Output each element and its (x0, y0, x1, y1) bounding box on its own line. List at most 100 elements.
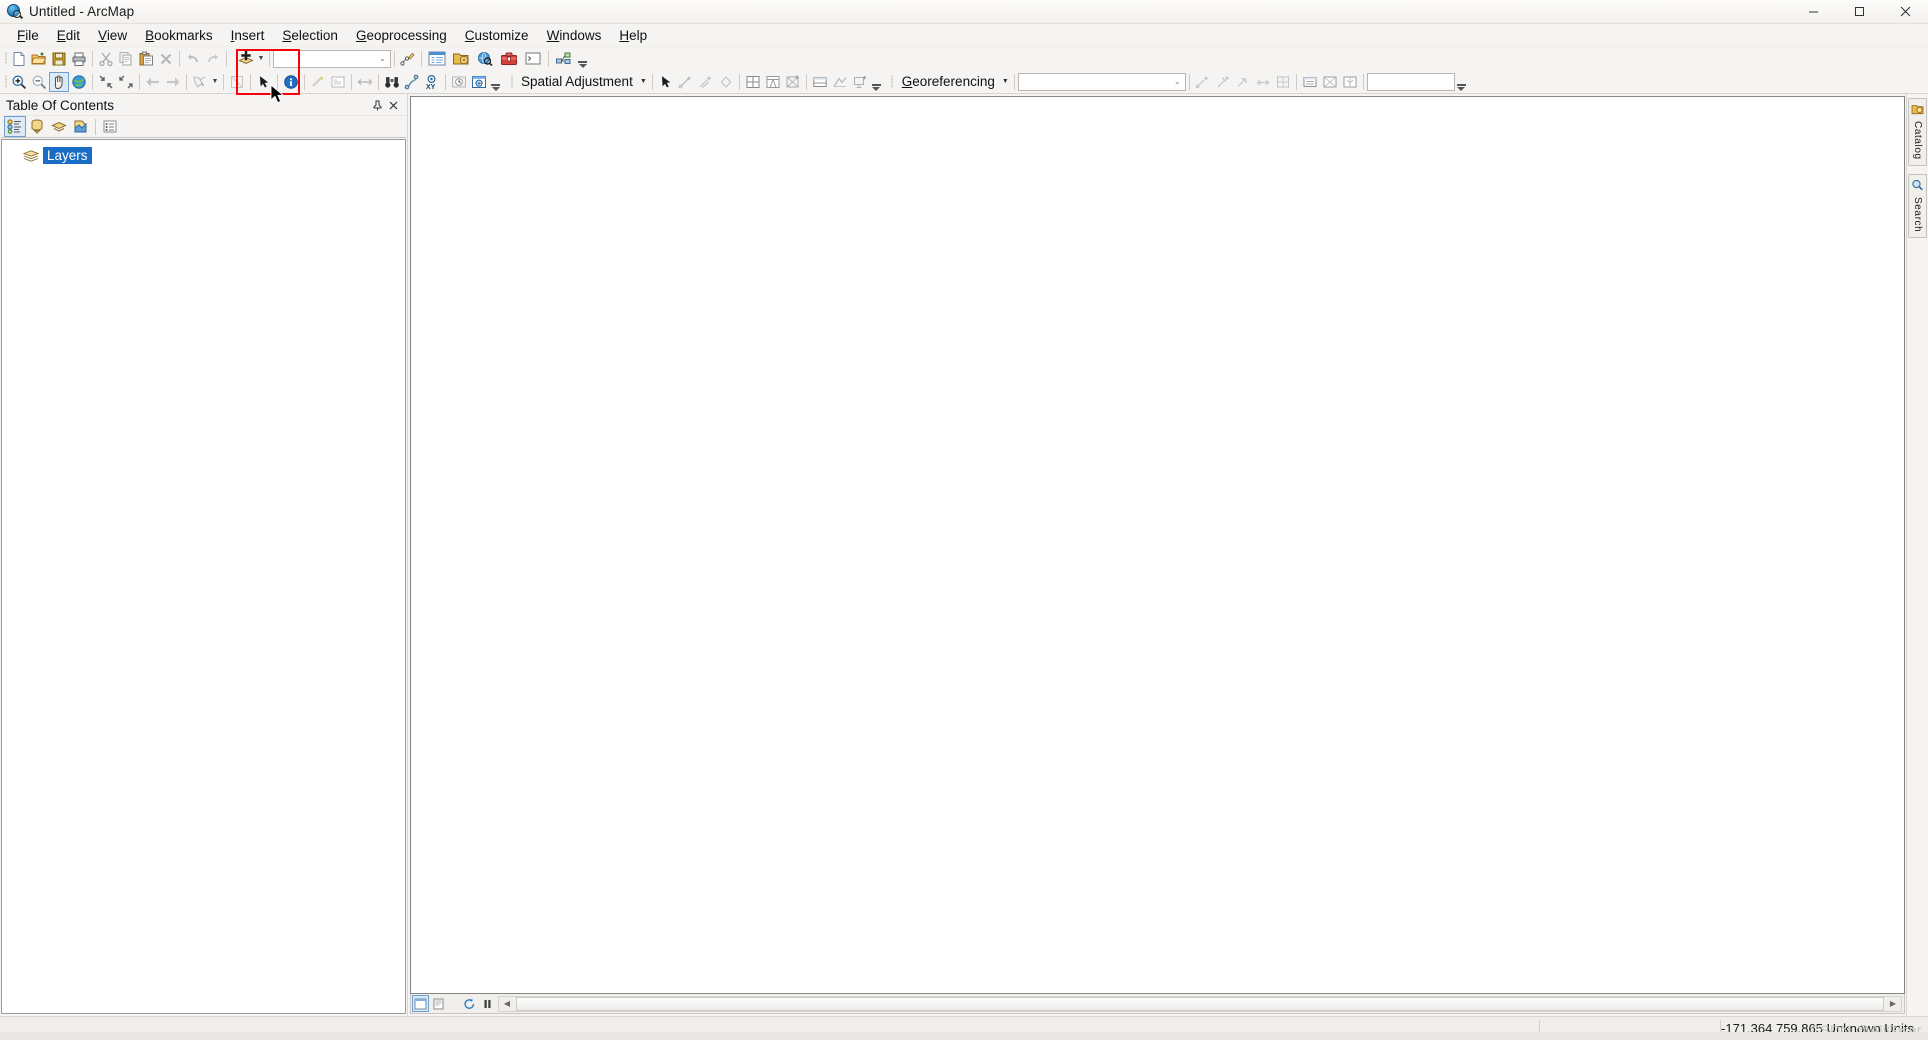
refresh-view-icon[interactable] (461, 995, 478, 1012)
scale-icon[interactable] (1273, 72, 1293, 92)
list-by-source-icon[interactable] (26, 116, 48, 137)
tools-toolbar-overflow-icon[interactable] (489, 72, 502, 92)
catalog-icon[interactable] (449, 49, 473, 69)
menu-customize[interactable]: Customize (456, 26, 538, 45)
georeferencing-overflow-icon[interactable] (1455, 72, 1468, 92)
fixed-zoom-in-icon[interactable] (96, 72, 116, 92)
toolbar-gripper[interactable] (2, 49, 9, 68)
rotation-angle-input[interactable] (1366, 72, 1455, 91)
map-canvas[interactable] (410, 96, 1905, 994)
add-data-icon[interactable] (236, 49, 256, 69)
editor-toolbar-icon[interactable] (398, 49, 418, 69)
edge-snap-icon[interactable] (830, 72, 850, 92)
close-icon[interactable] (385, 97, 401, 113)
identify-icon[interactable] (281, 72, 301, 92)
select-features-dropdown-icon[interactable]: ▼ (210, 72, 220, 92)
georeferencing-gripper[interactable] (889, 72, 896, 91)
add-control-points-icon[interactable] (1193, 72, 1213, 92)
toc-tree[interactable]: Layers (1, 139, 406, 1014)
zoom-to-layer-icon[interactable] (1300, 72, 1320, 92)
zoom-out-icon[interactable] (29, 72, 49, 92)
measure-icon[interactable] (355, 72, 375, 92)
spatial-adjustment-gripper[interactable] (508, 72, 515, 91)
forward-extent-icon[interactable] (163, 72, 183, 92)
new-displacement-link-icon[interactable] (676, 72, 696, 92)
hyperlink-icon[interactable] (308, 72, 328, 92)
new-multi-displacement-link-icon[interactable] (696, 72, 716, 92)
list-by-drawing-order-icon[interactable] (4, 116, 26, 137)
select-features-icon[interactable] (190, 72, 210, 92)
menu-file[interactable]: File (8, 26, 48, 45)
delete-x-icon[interactable] (156, 49, 176, 69)
standard-toolbar-overflow-icon[interactable] (576, 49, 589, 69)
python-window-icon[interactable] (521, 49, 545, 69)
scroll-left-icon[interactable]: ◀ (499, 997, 515, 1011)
new-identity-link-icon[interactable] (716, 72, 736, 92)
chevron-down-icon[interactable]: ▼ (640, 78, 647, 85)
list-by-visibility-icon[interactable] (48, 116, 70, 137)
toc-tree-item-layers[interactable]: Layers (2, 146, 405, 165)
menu-view[interactable]: View (89, 26, 136, 45)
arctoolbox-icon[interactable] (497, 49, 521, 69)
toolbar-gripper[interactable] (2, 72, 9, 91)
menu-windows[interactable]: Windows (538, 26, 611, 45)
maximize-button[interactable] (1836, 0, 1882, 24)
menu-insert[interactable]: Insert (222, 26, 274, 45)
view-link-table-icon[interactable] (743, 72, 763, 92)
find-binoculars-icon[interactable] (382, 72, 402, 92)
time-slider-icon[interactable] (449, 72, 469, 92)
add-data-dropdown-icon[interactable]: ▼ (256, 49, 266, 69)
spatial-adjust-table-icon[interactable] (810, 72, 830, 92)
menu-bookmarks[interactable]: Bookmarks (136, 26, 222, 45)
go-to-xy-icon[interactable]: XY (422, 72, 442, 92)
shift-icon[interactable] (1253, 72, 1273, 92)
model-builder-icon[interactable] (552, 49, 576, 69)
toc-options-icon[interactable] (99, 116, 121, 137)
select-elements-icon[interactable] (254, 72, 274, 92)
zoom-in-icon[interactable] (9, 72, 29, 92)
close-button[interactable] (1882, 0, 1928, 24)
fixed-zoom-out-icon[interactable] (116, 72, 136, 92)
spatial-adjustment-overflow-icon[interactable] (870, 72, 883, 92)
dock-tab-catalog[interactable]: Catalog (1908, 98, 1927, 166)
menu-geoprocessing[interactable]: Geoprocessing (347, 26, 456, 45)
paste-icon[interactable] (136, 49, 156, 69)
dock-tab-search[interactable]: Search (1908, 173, 1927, 238)
find-route-icon[interactable] (402, 72, 422, 92)
edge-match-icon[interactable] (763, 72, 783, 92)
pause-drawing-icon[interactable] (479, 995, 496, 1012)
chevron-down-icon[interactable]: ⌄ (375, 54, 390, 63)
new-connect-link-icon[interactable] (850, 72, 870, 92)
full-extent-globe-icon[interactable] (69, 72, 89, 92)
view-link-table-icon[interactable] (1213, 72, 1233, 92)
print-icon[interactable] (69, 49, 89, 69)
menu-edit[interactable]: Edit (48, 26, 89, 45)
rotation-angle-icon[interactable] (1340, 72, 1360, 92)
copy-icon[interactable] (116, 49, 136, 69)
save-floppy-icon[interactable] (49, 49, 69, 69)
html-popup-icon[interactable] (328, 72, 348, 92)
georeferencing-layer-combo[interactable]: ⌄ (1017, 72, 1186, 91)
minimize-button[interactable] (1790, 0, 1836, 24)
menu-selection[interactable]: Selection (273, 26, 347, 45)
back-extent-icon[interactable] (143, 72, 163, 92)
attribute-transfer-icon[interactable] (783, 72, 803, 92)
map-horizontal-scrollbar[interactable]: ◀ ▶ (498, 995, 1902, 1012)
cut-scissors-icon[interactable] (96, 49, 116, 69)
scroll-right-icon[interactable]: ▶ (1885, 997, 1901, 1011)
new-document-icon[interactable] (9, 49, 29, 69)
georeferencing-menu[interactable]: Georeferencing ▼ (896, 72, 1011, 92)
data-view-icon[interactable] (412, 995, 429, 1012)
layout-view-icon[interactable] (430, 995, 447, 1012)
scrollbar-thumb[interactable] (516, 996, 1884, 1011)
create-viewer-window-icon[interactable] (469, 72, 489, 92)
redo-arrow-icon[interactable] (203, 49, 223, 69)
flip-or-rotate-icon[interactable] (1320, 72, 1340, 92)
chevron-down-icon[interactable]: ▼ (1002, 78, 1009, 85)
rotate-icon[interactable] (1233, 72, 1253, 92)
auto-hide-pin-icon[interactable] (369, 97, 385, 113)
table-of-contents-icon[interactable] (425, 49, 449, 69)
pan-hand-icon[interactable] (49, 71, 69, 92)
clear-selection-icon[interactable] (227, 72, 247, 92)
menu-help[interactable]: Help (610, 26, 656, 45)
